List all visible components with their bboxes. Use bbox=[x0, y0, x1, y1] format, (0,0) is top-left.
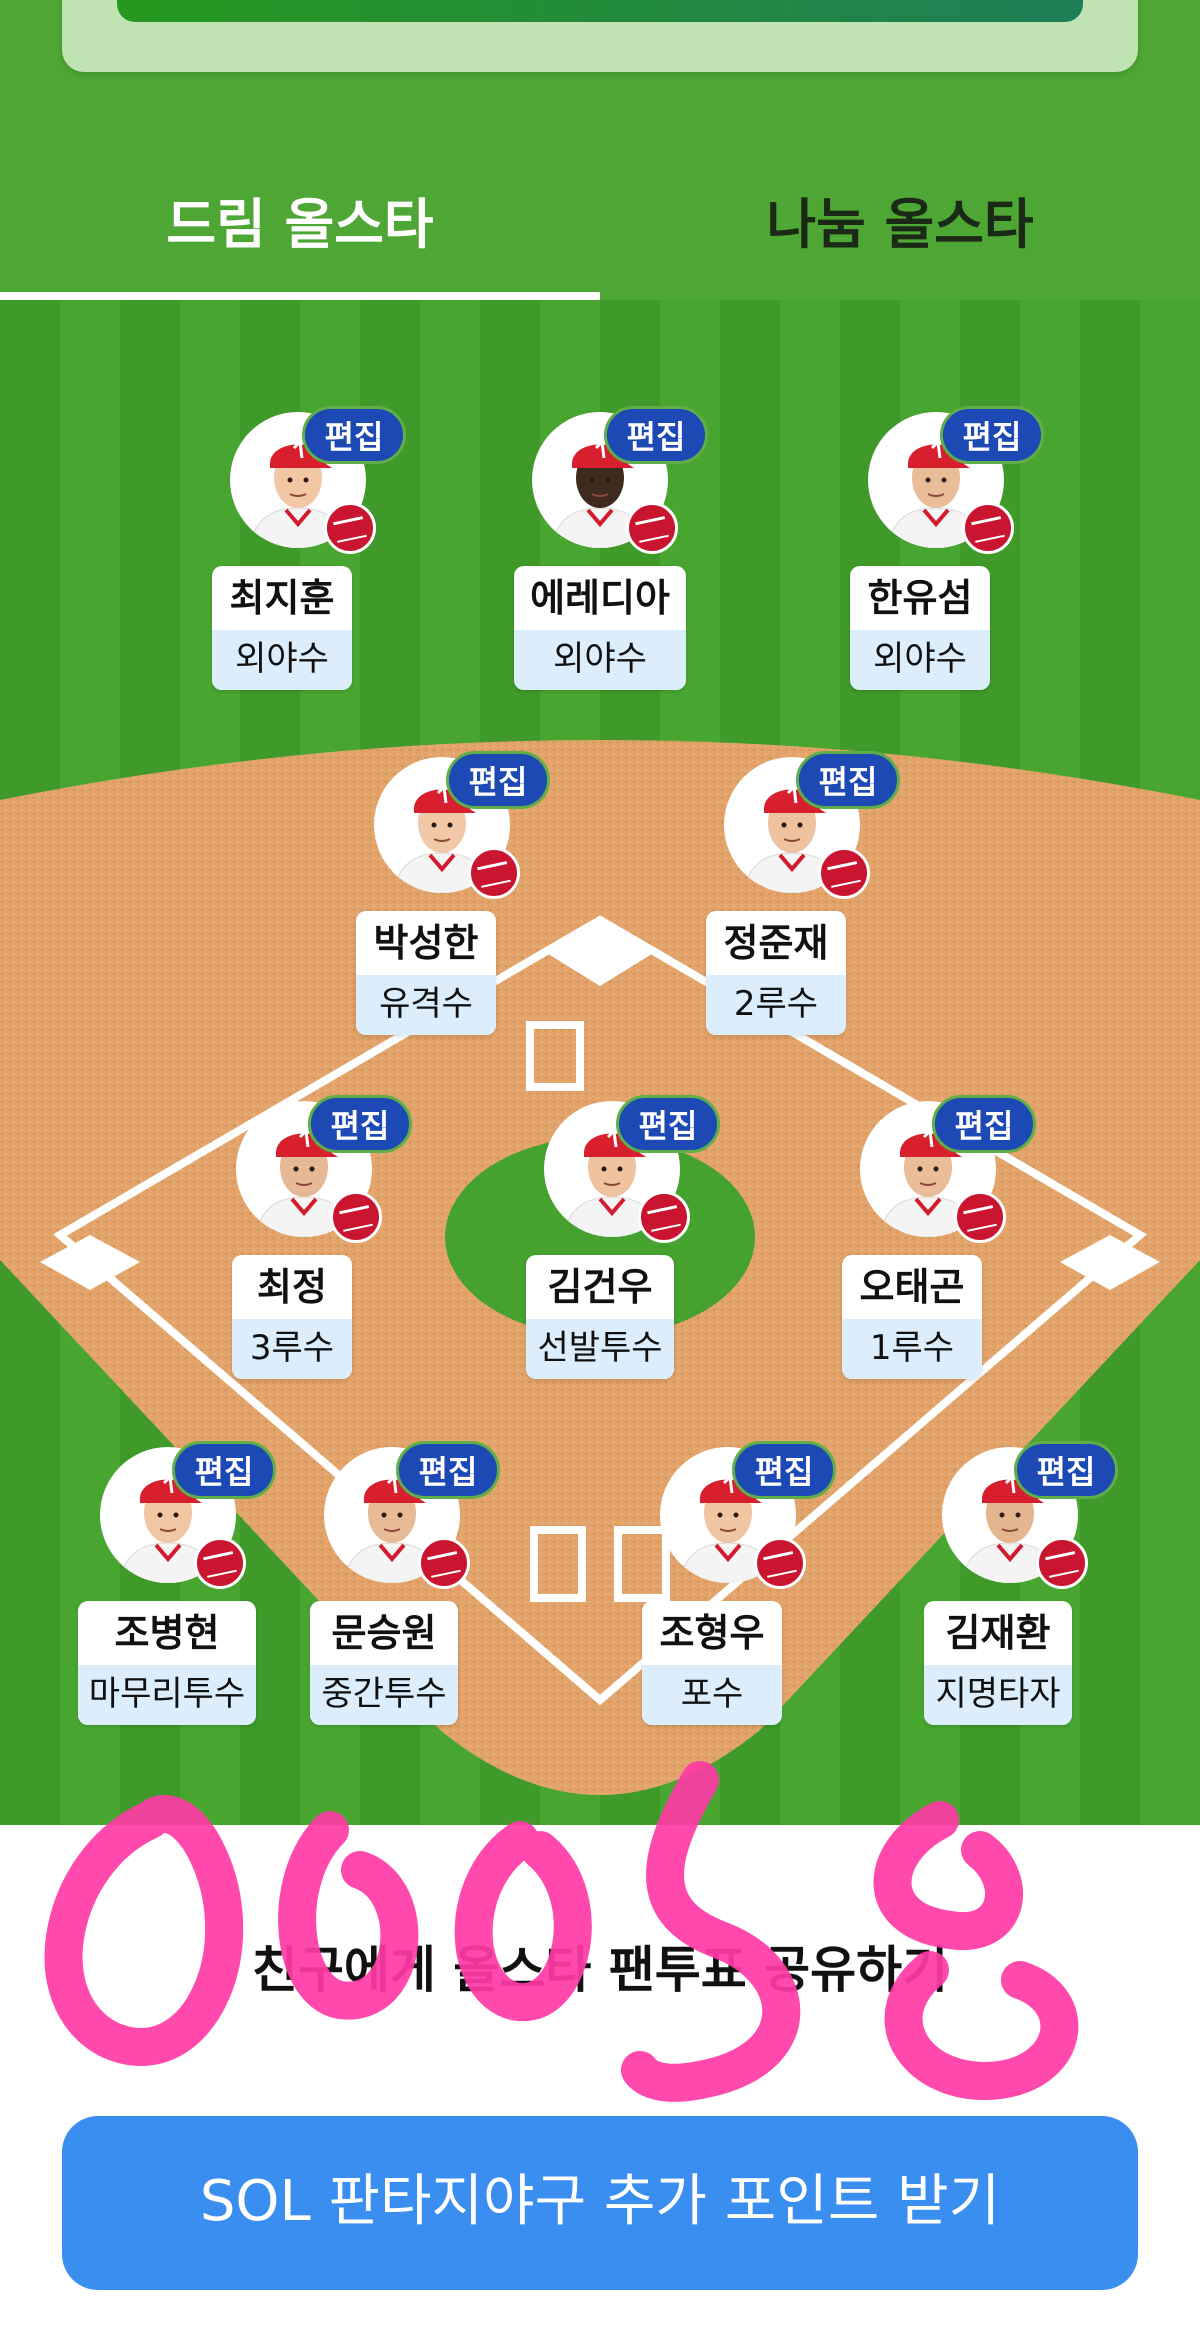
tab-nanum-allstar[interactable]: 나눔 올스타 bbox=[600, 180, 1200, 280]
player-position: 1루수 bbox=[842, 1319, 982, 1379]
player-name: 최지훈 bbox=[229, 576, 335, 620]
team-logo-icon bbox=[330, 1191, 382, 1243]
player-card: 편집 조병현마무리투수 bbox=[78, 1441, 276, 1727]
edit-button[interactable]: 편집 bbox=[302, 406, 406, 464]
team-logo-icon bbox=[954, 1191, 1006, 1243]
edit-button[interactable]: 편집 bbox=[732, 1441, 836, 1499]
top-banner-card bbox=[62, 0, 1138, 72]
player-position: 2루수 bbox=[706, 975, 846, 1035]
player-position: 중간투수 bbox=[310, 1665, 458, 1725]
player-name: 조형우 bbox=[659, 1611, 765, 1655]
player-card: 편집 박성한유격수 bbox=[356, 751, 550, 1037]
player-card: 편집 최정 3루수 bbox=[218, 1095, 412, 1381]
player-card: 편집 한유섬외야수 bbox=[850, 406, 1044, 692]
player-position: 외야수 bbox=[514, 630, 686, 690]
player-position: 포수 bbox=[642, 1665, 782, 1725]
player-name: 최정 bbox=[257, 1265, 327, 1309]
player-position: 외야수 bbox=[212, 630, 352, 690]
player-card: 편집 정준재 2루수 bbox=[706, 751, 900, 1037]
team-logo-icon bbox=[962, 502, 1014, 554]
field-background: 드림 올스타 나눔 올스타 편집 최지훈 외야수 편집 에레디아 외야수 편집 … bbox=[0, 0, 1200, 1825]
edit-button[interactable]: 편집 bbox=[308, 1095, 412, 1153]
team-logo-icon bbox=[626, 502, 678, 554]
team-logo-icon bbox=[324, 502, 376, 554]
edit-button[interactable]: 편집 bbox=[932, 1095, 1036, 1153]
player-card: 편집 김건우선발투수 bbox=[526, 1095, 720, 1381]
player-name: 정준재 bbox=[723, 921, 829, 965]
edit-button[interactable]: 편집 bbox=[1014, 1441, 1118, 1499]
edit-button[interactable]: 편집 bbox=[172, 1441, 276, 1499]
player-name: 조병현 bbox=[114, 1611, 220, 1655]
player-position: 지명타자 bbox=[924, 1665, 1072, 1725]
player-name: 박성한 bbox=[373, 921, 479, 965]
team-logo-icon bbox=[754, 1537, 806, 1589]
player-name: 한유섬 bbox=[867, 576, 973, 620]
player-position: 외야수 bbox=[850, 630, 990, 690]
player-position: 유격수 bbox=[356, 975, 496, 1035]
player-card: 편집 조형우포수 bbox=[642, 1441, 836, 1727]
edit-button[interactable]: 편집 bbox=[604, 406, 708, 464]
player-card: 편집 에레디아외야수 bbox=[514, 406, 708, 692]
player-card: 편집 오태곤 1루수 bbox=[842, 1095, 1036, 1381]
player-card: 편집 최지훈외야수 bbox=[212, 406, 406, 692]
player-name: 문승원 bbox=[331, 1611, 437, 1655]
team-logo-icon bbox=[468, 847, 520, 899]
edit-button[interactable]: 편집 bbox=[796, 751, 900, 809]
player-name: 에레디아 bbox=[530, 576, 670, 620]
team-logo-icon bbox=[194, 1537, 246, 1589]
player-name: 오태곤 bbox=[859, 1265, 965, 1309]
player-position: 3루수 bbox=[232, 1319, 352, 1379]
player-card: 편집 김재환지명타자 bbox=[924, 1441, 1118, 1727]
team-logo-icon bbox=[818, 847, 870, 899]
team-logo-icon bbox=[418, 1537, 470, 1589]
player-name: 김재환 bbox=[945, 1611, 1051, 1655]
handwritten-scribble-overlay bbox=[44, 1761, 1079, 2102]
player-card: 편집 문승원중간투수 bbox=[306, 1441, 500, 1727]
tab-dream-allstar[interactable]: 드림 올스타 bbox=[0, 180, 600, 280]
player-name: 김건우 bbox=[547, 1265, 653, 1309]
edit-button[interactable]: 편집 bbox=[446, 751, 550, 809]
top-banner-bar bbox=[117, 0, 1083, 22]
team-logo-icon bbox=[638, 1191, 690, 1243]
team-logo-icon bbox=[1036, 1537, 1088, 1589]
sol-fantasy-points-button[interactable]: SOL 판타지야구 추가 포인트 받기 bbox=[62, 2116, 1138, 2290]
active-tab-indicator bbox=[0, 292, 600, 300]
edit-button[interactable]: 편집 bbox=[616, 1095, 720, 1153]
player-position: 마무리투수 bbox=[78, 1665, 256, 1725]
player-position: 선발투수 bbox=[526, 1319, 674, 1379]
edit-button[interactable]: 편집 bbox=[396, 1441, 500, 1499]
edit-button[interactable]: 편집 bbox=[940, 406, 1044, 464]
